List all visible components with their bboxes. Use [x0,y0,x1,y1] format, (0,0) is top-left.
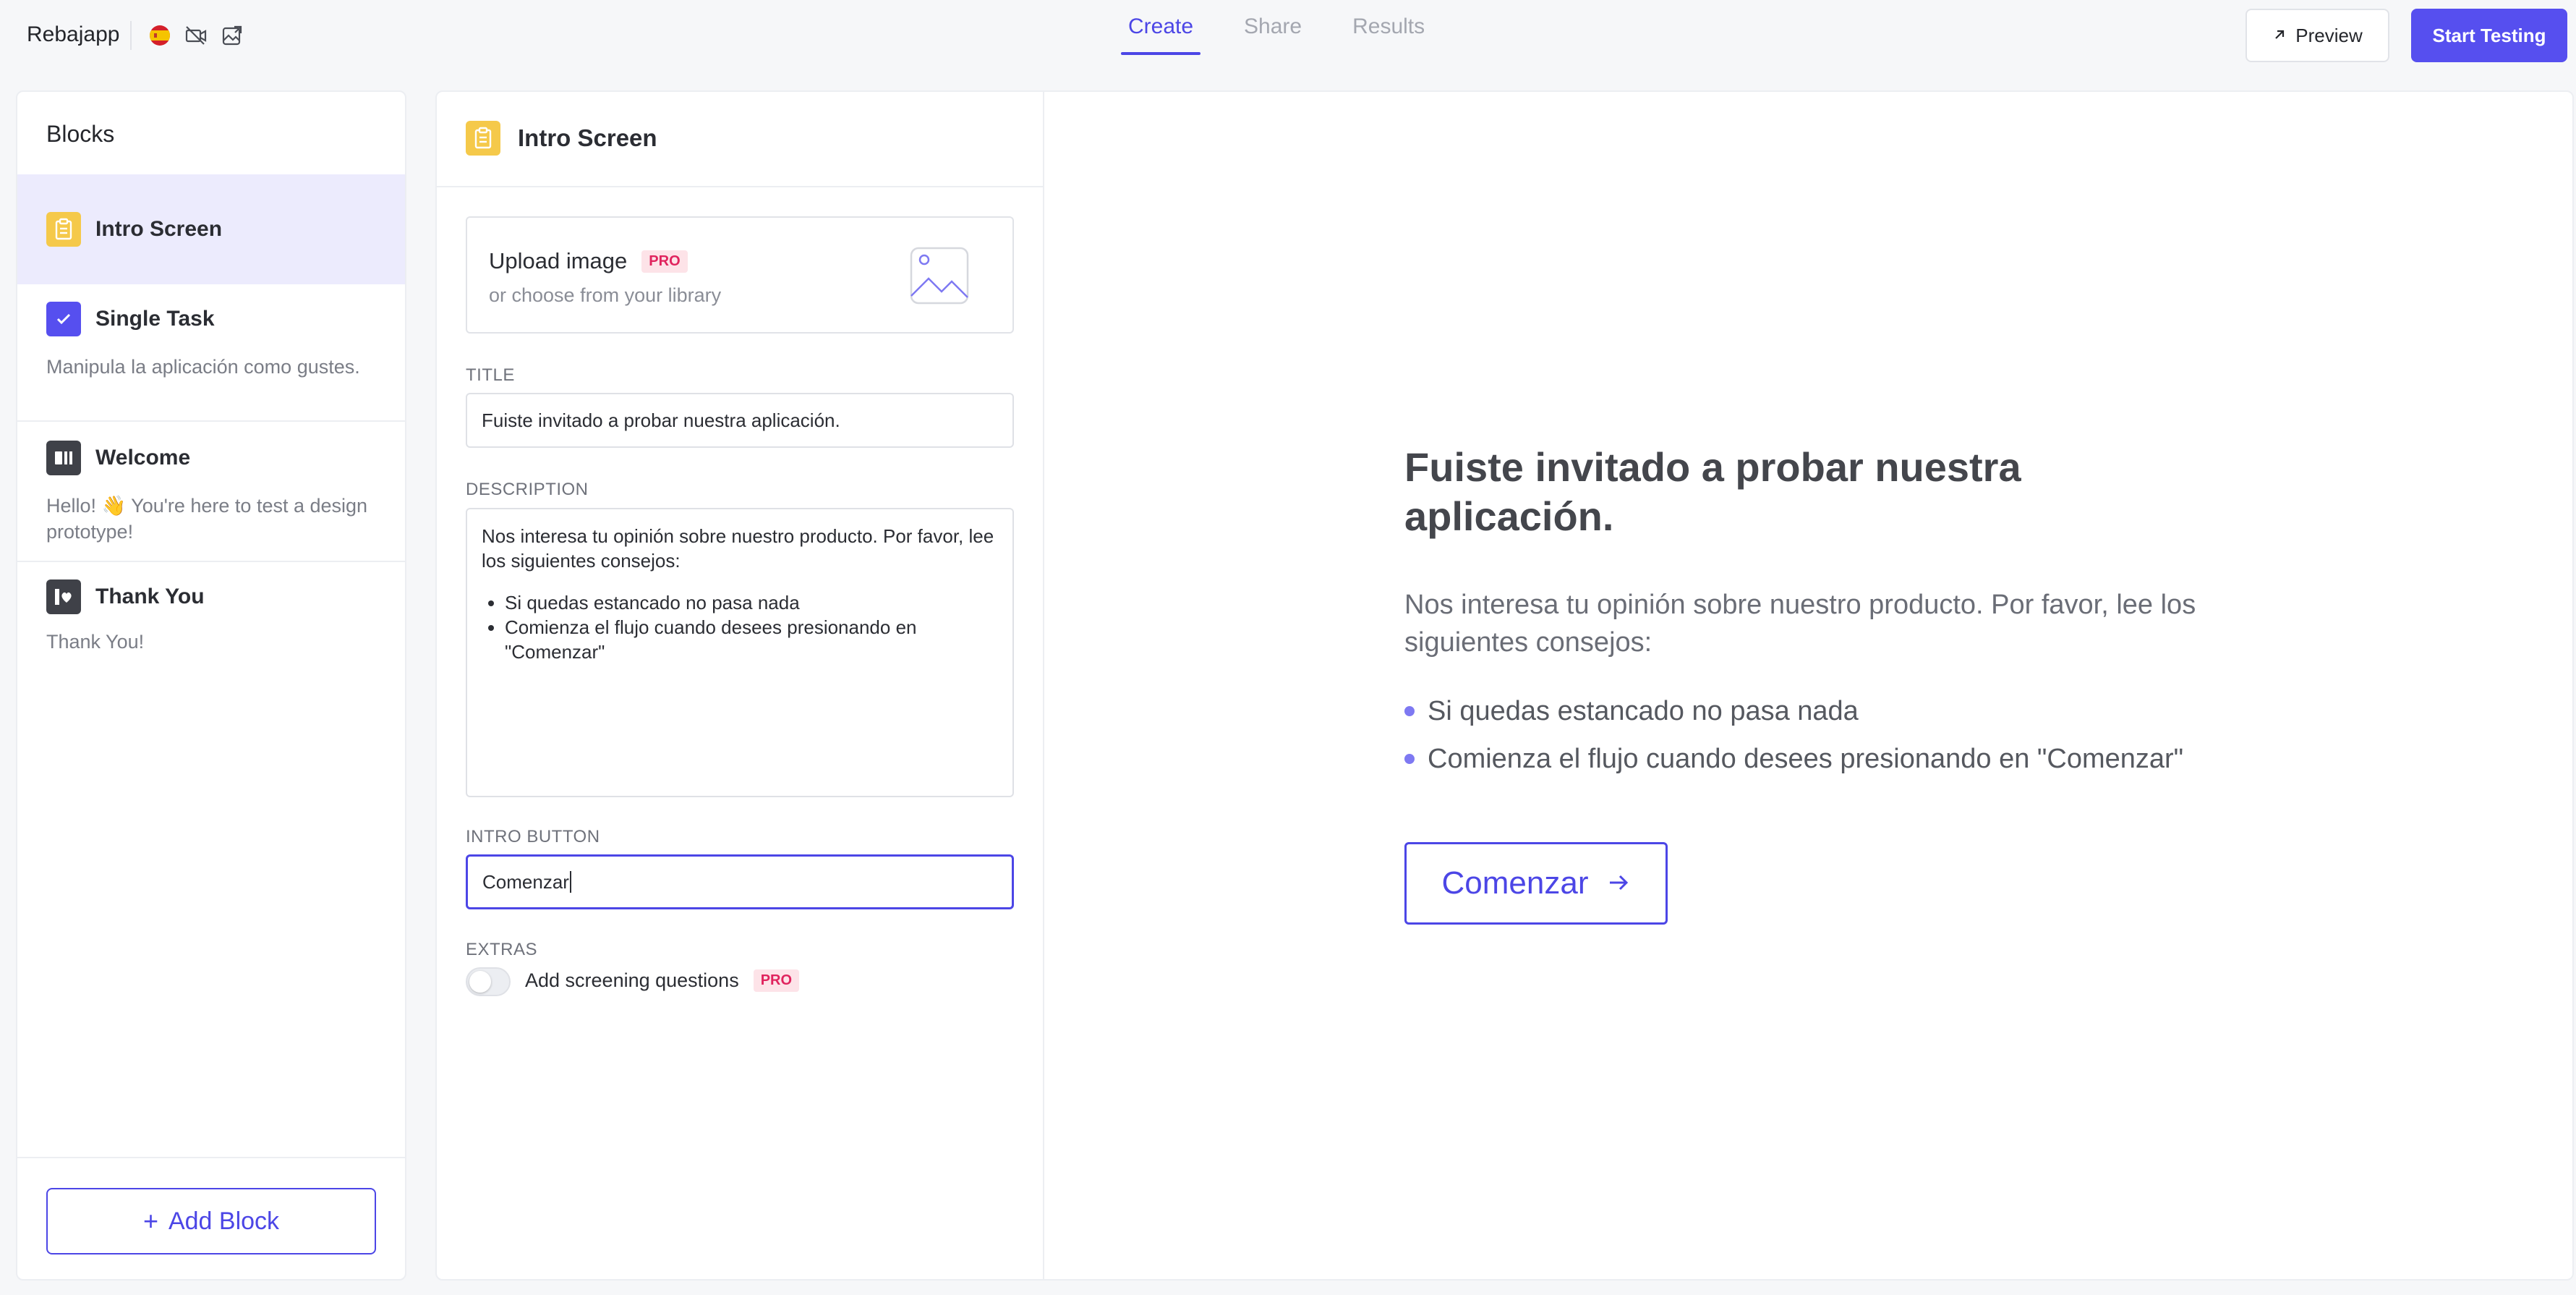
description-list: Si quedas estancado no pasa nada Comienz… [482,590,998,664]
description-textarea[interactable]: Nos interesa tu opinión sobre nuestro pr… [466,508,1014,797]
preview-start-button-label: Comenzar [1441,865,1589,901]
preview-list-item-text: Si quedas estancado no pasa nada [1428,696,1859,726]
top-bar: Rebajapp Create Share Results Preview St… [0,0,2576,72]
video-off-icon[interactable] [184,23,208,48]
block-item-desc: Hello! 👋 You're here to test a design pr… [46,495,368,543]
block-item-head: Intro Screen [46,212,222,247]
heart-card-icon [46,579,81,614]
block-item-intro-screen[interactable]: Intro Screen [17,174,405,284]
block-item-label: Intro Screen [95,217,223,241]
divider [130,21,132,50]
description-field-label: DESCRIPTION [466,480,589,499]
preview-panel: Fuiste invitado a probar nuestra aplicac… [1043,90,2574,1281]
clipboard-icon [46,212,81,247]
preview-start-button[interactable]: Comenzar [1404,842,1668,925]
text-caret [569,871,571,893]
welcome-icon [46,441,81,475]
block-editor: Intro Screen Upload image PRO or choose … [435,90,1044,1281]
spain-flag-icon[interactable] [148,23,172,48]
sidebar-title: Blocks [46,121,115,147]
intro-button-value: Comenzar [482,870,569,893]
upload-image-box[interactable]: Upload image PRO or choose from your lib… [466,216,1014,334]
bullet-dot-icon [1404,706,1415,716]
upload-subtitle: or choose from your library [489,284,722,306]
clipboard-icon [466,121,500,156]
divider [17,1157,405,1158]
checkbox-icon [46,302,81,336]
add-block-label: Add Block [168,1207,280,1235]
block-item-desc: Thank You! [46,631,145,653]
preview-list: Si quedas estancado no pasa nada Comienz… [1404,687,2229,783]
screening-questions-text: Add screening questions [525,969,739,991]
title-input[interactable]: Fuiste invitado a probar nuestra aplicac… [466,393,1014,448]
image-placeholder-icon [910,247,969,305]
preview-content: Fuiste invitado a probar nuestra aplicac… [1404,443,2229,925]
main-tabs: Create Share Results [1120,0,1475,72]
pro-badge: PRO [753,969,800,992]
start-testing-button[interactable]: Start Testing [2411,9,2567,62]
intro-button-input[interactable]: Comenzar [466,854,1014,909]
preview-button-label: Preview [2295,24,2363,46]
block-item-head: Welcome [46,441,190,475]
arrow-right-icon [1607,867,1630,900]
screening-questions-label: Add screening questions PRO [525,969,800,992]
add-block-button[interactable]: + Add Block [46,1188,376,1254]
block-item-welcome[interactable]: Welcome Hello! 👋 You're here to test a d… [17,423,405,562]
preview-list-item: Comienza el flujo cuando desees presiona… [1404,735,2229,783]
upload-title-text: Upload image [489,248,628,273]
upload-title: Upload image PRO [489,248,688,274]
arrow-up-right-icon [2272,25,2287,47]
extras-field-label: EXTRAS [466,940,538,959]
intro-button-field-label: INTRO BUTTON [466,827,600,846]
description-bullet: Si quedas estancado no pasa nada [505,590,998,615]
app-name: Rebajapp [27,22,120,46]
block-item-single-task[interactable]: Single Task Manipula la aplicación como … [17,284,405,422]
preview-button[interactable]: Preview [2246,9,2389,62]
editor-title: Intro Screen [518,124,657,151]
image-export-icon[interactable] [220,23,244,48]
editor-header: Intro Screen [466,121,657,156]
tab-create[interactable]: Create [1120,0,1201,55]
preview-list-item: Si quedas estancado no pasa nada [1404,687,2229,735]
description-bullet: Comienza el flujo cuando desees presiona… [505,615,998,664]
block-item-desc: Manipula la aplicación como gustes. [46,356,360,378]
description-text: Nos interesa tu opinión sobre nuestro pr… [482,525,994,572]
block-item-head: Thank You [46,579,205,614]
block-item-label: Welcome [95,446,191,470]
block-item-label: Single Task [95,307,215,331]
preview-title: Fuiste invitado a probar nuestra aplicac… [1404,444,2021,539]
divider [437,186,1043,187]
bullet-dot-icon [1404,754,1415,764]
preview-list-item-text: Comienza el flujo cuando desees presiona… [1428,744,2184,774]
block-item-label: Thank You [95,585,205,608]
block-item-thank-you[interactable]: Thank You Thank You! [17,562,405,678]
preview-description: Nos interesa tu opinión sobre nuestro pr… [1404,590,2196,658]
block-item-head: Single Task [46,302,215,336]
screening-questions-toggle[interactable] [466,967,511,996]
tab-results[interactable]: Results [1352,0,1425,55]
title-field-label: TITLE [466,365,515,385]
pro-badge: PRO [641,250,688,273]
blocks-sidebar: Blocks Intro Screen Single Task Manipula… [16,90,406,1281]
plus-icon: + [142,1206,158,1236]
tab-share[interactable]: Share [1244,0,1302,55]
toolbar-icons [130,19,256,52]
